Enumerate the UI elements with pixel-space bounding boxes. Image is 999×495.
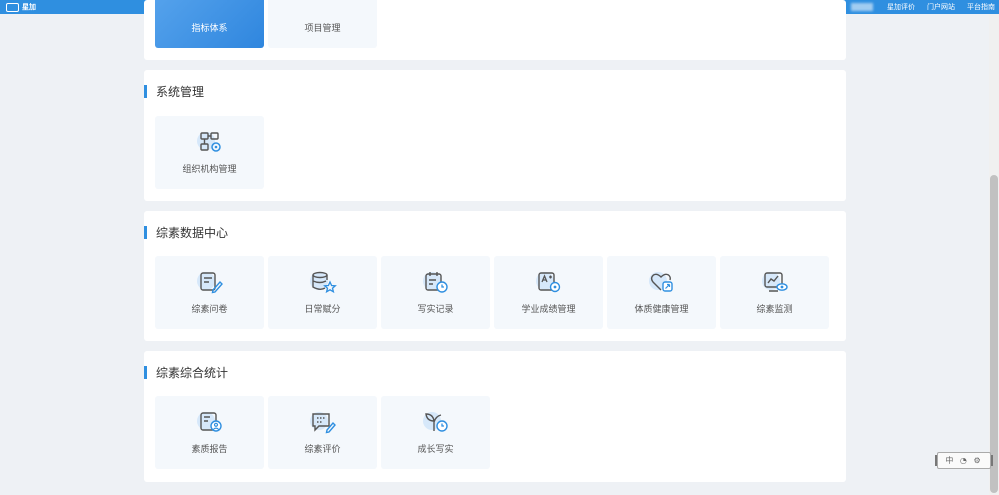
system-management-card: 系统管理 组织机构管理	[144, 70, 846, 201]
badge-edge-right	[991, 455, 993, 466]
tile-label: 综素评价	[304, 445, 341, 455]
tile-grade-management[interactable]: 学业成绩管理	[494, 256, 603, 329]
link-portal[interactable]: 门户网站	[927, 2, 955, 12]
tile-quality-report[interactable]: 素质报告	[155, 396, 264, 469]
tile-label: 素质报告	[191, 445, 228, 455]
section-accent-bar	[144, 365, 147, 379]
tile-label: 写实记录	[417, 305, 454, 315]
top-section-card: 指标体系 项目管理	[144, 0, 846, 60]
report-person-icon	[196, 412, 222, 432]
scrollbar-thumb[interactable]	[990, 175, 998, 493]
tile-label: 指标体系	[191, 24, 228, 34]
tile-growth-record[interactable]: 成长写实	[381, 396, 490, 469]
floating-tool-badge[interactable]: 中 ◔ ⚙	[935, 452, 993, 469]
link-platform-guide[interactable]: 平台指南	[967, 2, 995, 12]
tile-label: 成长写实	[417, 445, 454, 455]
org-structure-icon	[196, 132, 221, 152]
section-title: 综素综合统计	[156, 365, 229, 380]
section-title: 综素数据中心	[156, 225, 229, 240]
section-header: 综素数据中心	[144, 225, 229, 240]
tile-questionnaire[interactable]: 综素问卷	[155, 256, 264, 329]
tile-project-management[interactable]: 项目管理	[268, 0, 377, 48]
logo-icon	[6, 2, 19, 12]
tile-label: 综素问卷	[191, 305, 228, 315]
grade-settings-icon	[535, 272, 560, 293]
link-xingjia-eval[interactable]: 星加评价	[887, 2, 915, 12]
health-heart-icon	[648, 272, 673, 292]
tile-label: 体质健康管理	[634, 305, 689, 315]
growth-plant-icon	[422, 412, 448, 432]
section-accent-bar	[144, 84, 147, 98]
badge-text: 中 ◔ ⚙	[945, 456, 983, 465]
tile-label: 项目管理	[304, 24, 341, 34]
tile-daily-score[interactable]: 日常赋分	[268, 256, 377, 329]
tile-record[interactable]: 写实记录	[381, 256, 490, 329]
statistics-card: 综素综合统计 素质报告 综素评价 成长写实	[144, 351, 846, 482]
section-accent-bar	[144, 225, 147, 239]
tile-label: 综素监测	[756, 305, 793, 315]
tile-label: 学业成绩管理	[521, 305, 576, 315]
tile-evaluation[interactable]: 综素评价	[268, 396, 377, 469]
record-calendar-icon	[422, 272, 448, 293]
section-header: 系统管理	[144, 84, 205, 99]
logo-text: 星加	[22, 3, 36, 11]
tile-label: 组织机构管理	[182, 165, 237, 175]
section-title: 系统管理	[156, 84, 205, 99]
section-header: 综素综合统计	[144, 365, 229, 380]
tile-label: 日常赋分	[304, 305, 341, 315]
blurred-user-info	[851, 3, 873, 11]
daily-score-icon	[309, 271, 337, 294]
monitor-chart-icon	[761, 272, 788, 292]
tile-indicator-system[interactable]: 指标体系	[155, 0, 264, 48]
tile-org-management[interactable]: 组织机构管理	[155, 116, 264, 189]
evaluation-chat-icon	[309, 412, 336, 434]
tile-monitoring[interactable]: 综素监测	[720, 256, 829, 329]
tile-health-management[interactable]: 体质健康管理	[607, 256, 716, 329]
badge-edge-left	[935, 455, 937, 466]
data-center-card: 综素数据中心 综素问卷 日常赋分 写实记录 学业成绩管理 体质健康管理 综素监测	[144, 211, 846, 341]
questionnaire-icon	[196, 272, 223, 294]
app-logo[interactable]: 星加	[6, 2, 36, 12]
